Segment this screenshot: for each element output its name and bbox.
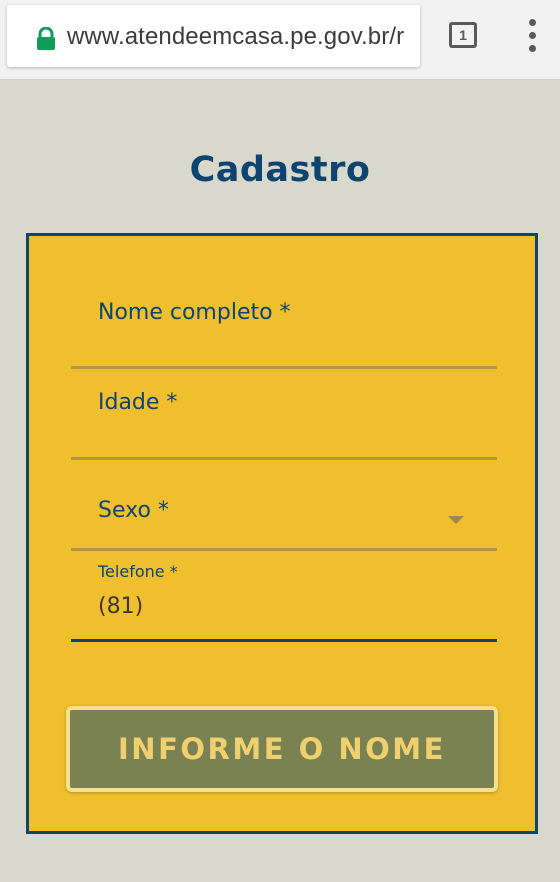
dropdown-arrow-icon: [448, 516, 464, 524]
tabs-switcher-icon[interactable]: 1: [449, 22, 477, 48]
page-title: Cadastro: [189, 150, 371, 190]
url-text: www.atendeemcasa.pe.gov.br/r: [67, 23, 405, 50]
phone-field[interactable]: Telefone * (81): [71, 556, 497, 642]
registration-form: Nome completo * Idade * Sexo * Telefone …: [26, 233, 538, 834]
age-field[interactable]: Idade *: [71, 376, 497, 461]
phone-field-value: (81): [98, 594, 144, 619]
lock-icon: [37, 27, 55, 50]
sex-select[interactable]: Sexo *: [71, 466, 497, 551]
address-bar[interactable]: www.atendeemcasa.pe.gov.br/r: [7, 5, 420, 67]
phone-field-underline: [71, 639, 497, 642]
submit-button[interactable]: INFORME O NOME: [66, 706, 498, 792]
phone-field-label: Telefone *: [98, 562, 178, 581]
sex-select-label: Sexo *: [98, 498, 169, 523]
browser-toolbar: www.atendeemcasa.pe.gov.br/r 1: [0, 0, 560, 80]
age-field-label: Idade *: [98, 390, 178, 415]
sex-select-underline: [71, 548, 497, 551]
more-vert-icon[interactable]: [520, 19, 544, 53]
name-field[interactable]: Nome completo *: [71, 286, 497, 371]
age-field-underline: [71, 457, 497, 460]
name-field-label: Nome completo *: [98, 300, 291, 325]
name-field-underline: [71, 366, 497, 369]
